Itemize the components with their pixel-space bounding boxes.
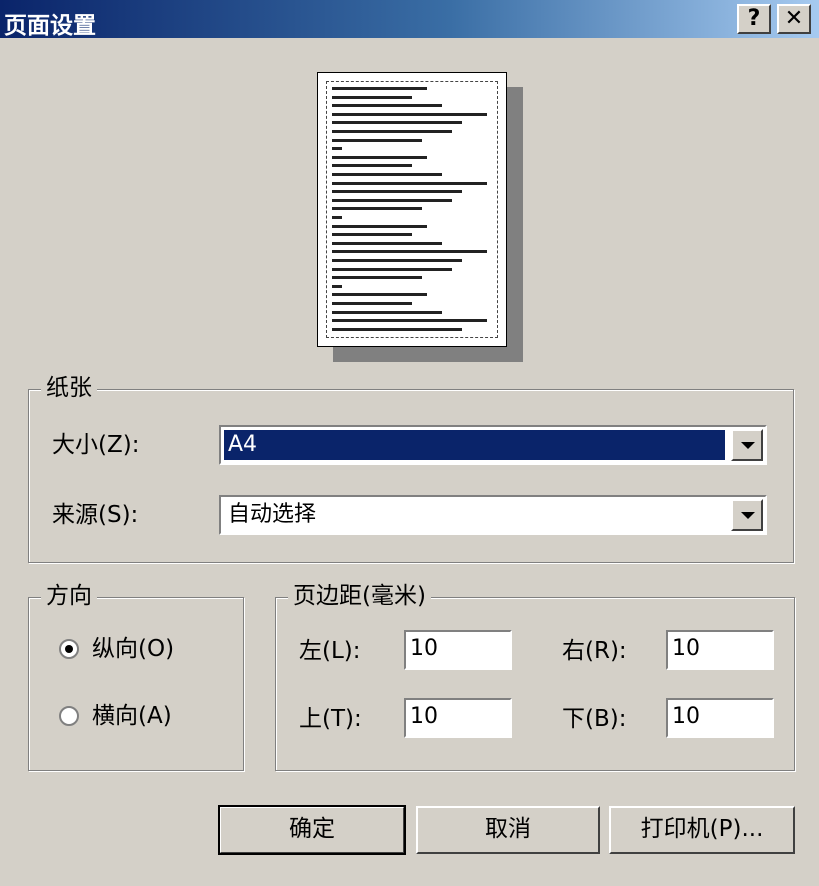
preview-text-line <box>332 198 452 202</box>
window-title: 页面设置 <box>4 13 96 39</box>
preview-text-line <box>332 207 422 211</box>
bottom-margin-input[interactable]: 10 <box>666 698 774 738</box>
landscape-radio[interactable] <box>59 706 79 726</box>
preview-text-line <box>332 302 412 305</box>
preview-text-line <box>332 87 427 90</box>
paper-source-label: 来源(S): <box>52 502 139 528</box>
landscape-label[interactable]: 横向(A) <box>92 701 172 731</box>
close-button[interactable]: ✕ <box>777 4 811 34</box>
preview-text-line <box>332 95 412 99</box>
chevron-down-icon[interactable] <box>731 429 763 461</box>
right-margin-input[interactable]: 10 <box>666 630 774 670</box>
orientation-group-title: 方向 <box>41 582 97 610</box>
paper-group-title: 纸张 <box>41 374 97 402</box>
chevron-down-icon[interactable] <box>731 499 763 531</box>
preview-text-line <box>332 112 487 116</box>
top-margin-input[interactable]: 10 <box>404 698 512 738</box>
cancel-button[interactable]: 取消 <box>416 806 600 854</box>
top-margin-label: 上(T): <box>299 706 362 732</box>
orientation-group: 方向 <box>28 582 244 771</box>
preview-text-line <box>332 267 452 271</box>
bottom-margin-label: 下(B): <box>562 706 627 732</box>
preview-text-line <box>332 181 487 185</box>
paper-source-value: 自动选择 <box>228 502 317 527</box>
preview-text-line <box>332 259 462 262</box>
preview-text-line <box>332 121 462 125</box>
preview-text-line <box>332 138 422 142</box>
preview-text-line <box>332 190 462 194</box>
preview-text-line <box>332 173 442 176</box>
ok-button[interactable]: 确定 <box>218 805 406 855</box>
portrait-radio[interactable] <box>59 639 79 659</box>
left-margin-input[interactable]: 10 <box>404 630 512 670</box>
margins-group: 页边距(毫米) <box>275 582 795 771</box>
paper-size-value: A4 <box>224 430 725 460</box>
preview-text-line <box>332 216 342 219</box>
printer-button[interactable]: 打印机(P)... <box>609 806 795 854</box>
preview-text-line <box>332 224 427 228</box>
preview-text-line <box>332 164 412 168</box>
help-button[interactable]: ? <box>737 4 771 34</box>
preview-text-line <box>332 147 342 151</box>
portrait-label[interactable]: 纵向(O) <box>92 634 174 664</box>
preview-text-line <box>332 155 427 159</box>
preview-text-line <box>332 250 487 254</box>
preview-text-line <box>332 293 427 297</box>
left-margin-label: 左(L): <box>299 638 361 664</box>
page-preview <box>317 72 507 347</box>
preview-text-line <box>332 284 342 288</box>
paper-size-label: 大小(Z): <box>52 432 140 458</box>
paper-group: 纸张 <box>28 374 794 563</box>
paper-size-select[interactable]: A4 <box>219 425 767 465</box>
paper-source-select[interactable]: 自动选择 <box>219 495 767 535</box>
title-bar: 页面设置 <box>0 0 819 39</box>
preview-text-line <box>332 130 452 133</box>
preview-text-line <box>332 327 462 331</box>
preview-text-line <box>332 276 422 280</box>
preview-text-line <box>332 104 442 108</box>
preview-text-line <box>332 310 442 314</box>
preview-text-line <box>332 233 412 237</box>
preview-text-line <box>332 319 487 323</box>
right-margin-label: 右(R): <box>562 638 627 664</box>
preview-text-line <box>332 241 442 245</box>
margins-group-title: 页边距(毫米) <box>288 582 431 610</box>
